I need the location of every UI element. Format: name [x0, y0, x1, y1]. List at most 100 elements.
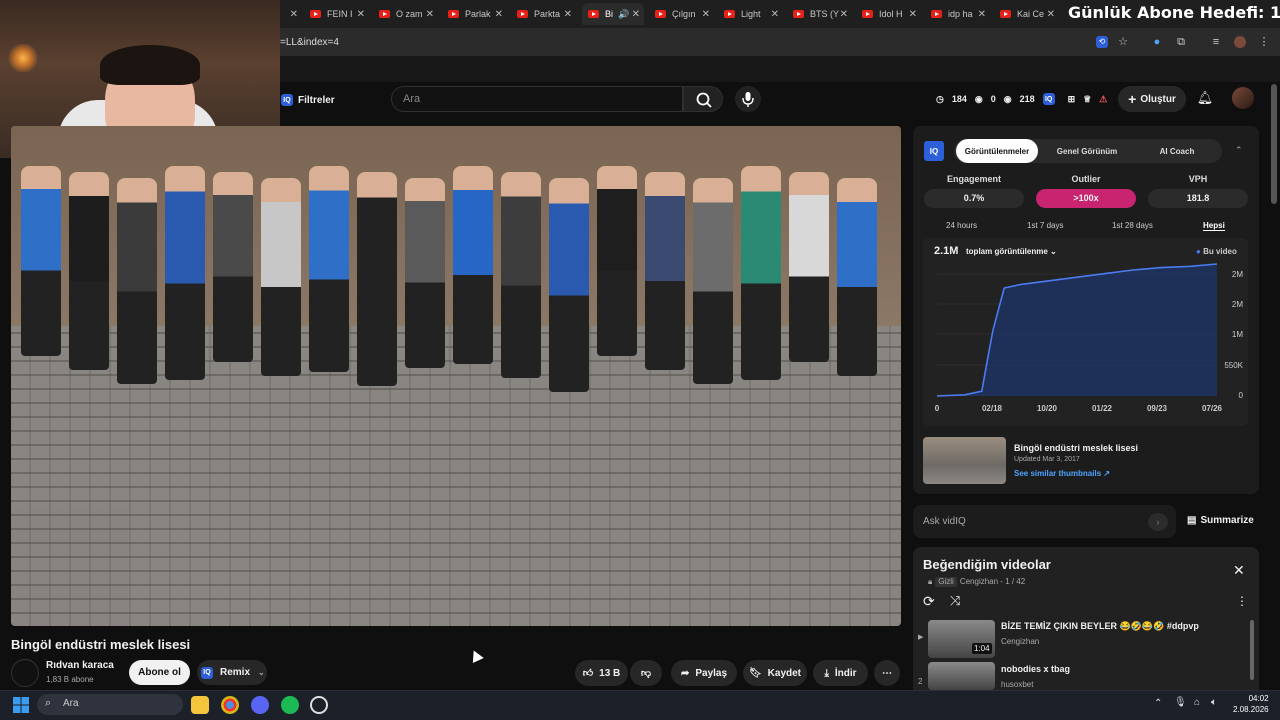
tab-ai-coach[interactable]: AI Coach — [1136, 139, 1218, 163]
more-vert-icon[interactable]: ⋮ — [1236, 594, 1248, 608]
media-icon[interactable]: ≡ — [1210, 36, 1222, 48]
browser-tab[interactable]: Kai Ce ✕ — [1000, 3, 1055, 25]
windows-start-button[interactable] — [12, 696, 30, 714]
shuffle-icon[interactable]: ⤨ — [950, 593, 960, 609]
tab-views[interactable]: Görüntülenmeler — [956, 139, 1038, 163]
browser-tab[interactable]: Idol H ✕ — [862, 3, 917, 25]
video-thumbnail[interactable] — [923, 437, 1006, 484]
close-icon[interactable]: ✕ — [632, 9, 640, 20]
range-option[interactable]: 24 hours — [946, 221, 977, 230]
playlist-item-title[interactable]: BİZE TEMİZ ÇIKIN BEYLER 😂🤣😂🤣 #ddpvp — [1001, 621, 1199, 632]
range-option[interactable]: 1st 28 days — [1112, 221, 1153, 230]
playlist-title[interactable]: Beğendiğim videolar — [923, 557, 1051, 572]
browser-tab[interactable]: FEIN I ✕ — [310, 3, 365, 25]
discord-icon[interactable] — [251, 696, 269, 714]
menu-icon[interactable]: ⋮ — [1258, 36, 1270, 48]
grid-icon[interactable]: ⊞ — [1068, 94, 1076, 105]
chrome-icon[interactable] — [221, 696, 239, 714]
account-avatar[interactable] — [1232, 87, 1254, 109]
url-text[interactable]: =LL&index=4 — [280, 37, 339, 48]
search-input[interactable]: Ara — [391, 86, 683, 112]
video-person — [69, 172, 109, 370]
spotify-icon[interactable] — [281, 696, 299, 714]
browser-tab[interactable]: Parkta ✕ — [517, 3, 572, 25]
search-button[interactable] — [683, 86, 723, 112]
page-scrollbar[interactable] — [1271, 84, 1277, 204]
similar-thumbnails-link[interactable]: See similar thumbnails ↗ — [1014, 469, 1110, 478]
close-icon[interactable]: ✕ — [1233, 562, 1245, 579]
close-icon[interactable]: ✕ — [426, 9, 434, 20]
ask-vidiq-input[interactable]: Ask vidIQ — [913, 505, 1176, 538]
close-icon[interactable]: ✕ — [909, 9, 917, 20]
tab-label: Parlak — [465, 9, 491, 19]
browser-tab-active[interactable]: Bi 🔊 ✕ — [582, 3, 644, 25]
tab-overview[interactable]: Genel Görünüm — [1046, 139, 1128, 163]
vidiq-video-title: Bingöl endüstri meslek lisesi — [1014, 443, 1139, 453]
channel-name[interactable]: Rıdvan karaca — [46, 660, 114, 671]
close-icon[interactable]: ✕ — [978, 9, 986, 20]
loop-icon[interactable]: ⟳ — [923, 593, 935, 610]
vidiq-icon[interactable]: IQ — [1042, 93, 1055, 105]
dislike-button[interactable]: 👎︎ — [630, 660, 662, 686]
download-icon: ⤓ — [824, 667, 829, 679]
taskbar-clock[interactable]: 04:02 2.08.2026 — [1233, 693, 1269, 715]
chevron-up-icon[interactable]: ⌃ — [1154, 698, 1162, 709]
browser-tab[interactable]: Parlak ✕ — [448, 3, 503, 25]
range-option-selected[interactable]: Hepsi — [1203, 221, 1225, 231]
browser-tab[interactable]: BTS (Y ✕ — [793, 3, 848, 25]
browser-tab[interactable]: idp ha ✕ — [931, 3, 986, 25]
alert-icon[interactable]: ⚠ — [1099, 94, 1107, 105]
speaker-icon[interactable]: 🔊 — [618, 9, 629, 20]
channel-avatar[interactable] — [11, 659, 39, 687]
close-icon[interactable]: ✕ — [564, 9, 572, 20]
browser-tab[interactable]: O zam ✕ — [379, 3, 434, 25]
close-icon[interactable]: ✕ — [771, 9, 779, 20]
taskbar-search[interactable]: Ara — [37, 694, 183, 715]
eye-icon: ◉ — [974, 93, 983, 104]
close-icon[interactable]: ✕ — [840, 9, 848, 20]
ask-send-button[interactable]: › — [1148, 513, 1168, 531]
notifications-button[interactable]: 🔔︎ — [1196, 90, 1214, 108]
file-explorer-icon[interactable] — [191, 696, 209, 714]
vidiq-icon: IQ — [201, 666, 213, 679]
playlist-item-title[interactable]: nobodies x tbag — [1001, 664, 1070, 674]
more-actions-button[interactable]: ⋯ — [874, 660, 900, 686]
create-button[interactable]: + Oluştur — [1118, 86, 1186, 112]
chevron-up-icon[interactable]: ⌃ — [1235, 145, 1243, 156]
playlist-scrollbar[interactable] — [1250, 620, 1254, 680]
share-label: Paylaş — [695, 667, 728, 679]
trophy-icon[interactable]: ♕ — [1083, 94, 1091, 105]
close-icon[interactable]: ✕ — [495, 9, 503, 20]
browser-tab[interactable]: Light ✕ — [724, 3, 779, 25]
network-icon[interactable]: ⌂ — [1194, 697, 1200, 708]
translate-icon[interactable]: ⟲ — [1096, 36, 1108, 48]
close-icon[interactable]: ✕ — [357, 9, 365, 20]
subscribe-button[interactable]: Abone ol — [129, 660, 190, 685]
range-option[interactable]: 1st 7 days — [1027, 221, 1063, 230]
video-player[interactable] — [11, 126, 901, 626]
filters-button[interactable]: IQ Filtreler — [281, 92, 335, 108]
video-title: Bingöl endüstri meslek lisesi — [11, 637, 191, 652]
mic-icon[interactable]: 🎙︎ — [1174, 697, 1187, 708]
browser-tab[interactable]: Çılgın ✕ — [655, 3, 710, 25]
star-icon[interactable]: ☆ — [1117, 36, 1129, 48]
app-icon[interactable] — [310, 696, 328, 714]
playlist-item-thumbnail[interactable] — [928, 662, 995, 690]
remix-button[interactable]: IQ Remix ⌄ — [197, 660, 267, 685]
summarize-button[interactable]: ▤ Summarize — [1187, 515, 1254, 526]
tab-label: Kai Ce — [1017, 9, 1045, 19]
share-button[interactable]: ➦ Paylaş — [671, 660, 737, 686]
volume-icon[interactable]: 🔈︎ — [1211, 697, 1217, 708]
tab-close-icon[interactable]: ✕ — [288, 3, 298, 25]
voice-search-button[interactable] — [735, 86, 761, 112]
save-button[interactable]: 🔖︎ Kaydet — [743, 660, 807, 686]
download-button[interactable]: ⤓ İndir — [813, 660, 868, 686]
profile-avatar-icon[interactable] — [1234, 36, 1246, 48]
total-views-dropdown[interactable]: toplam görüntülenme ⌄ — [966, 247, 1057, 256]
puzzle-icon[interactable]: ⧉ — [1175, 36, 1187, 48]
close-icon[interactable]: ✕ — [702, 9, 710, 20]
save-label: Kaydet — [767, 667, 802, 679]
like-button[interactable]: 👍︎ 13 B — [575, 660, 628, 686]
close-icon[interactable]: ✕ — [1047, 9, 1055, 20]
extension-icon[interactable]: ● — [1151, 36, 1163, 48]
